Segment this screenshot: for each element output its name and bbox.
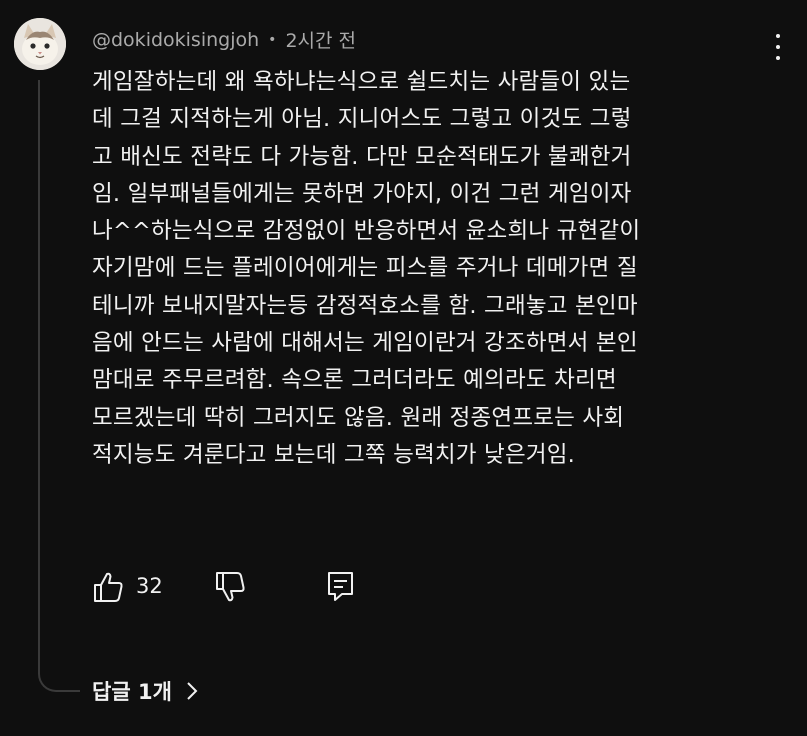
comment-line: 자기맘에 드는 플레이어에게는 피스를 주거나 데메가면 질	[92, 255, 638, 282]
comment-line: 나^^하는식으로 감정없이 반응하면서 윤소희나 규현같이	[92, 218, 641, 245]
like-count: 32	[136, 574, 163, 598]
reply-icon	[328, 572, 353, 601]
avatar[interactable]	[14, 18, 66, 70]
timestamp[interactable]: 2시간 전	[285, 26, 356, 53]
comment-line: 데 그걸 지적하는게 아님. 지니어스도 그렇고 이것도 그렇	[92, 106, 632, 133]
author-handle[interactable]: @dokidokisingjoh	[92, 29, 259, 51]
separator-dot: •	[268, 31, 277, 48]
reply-button[interactable]	[326, 570, 356, 608]
like-button[interactable]	[92, 570, 124, 608]
chevron-right-icon	[187, 682, 198, 700]
comment-line: 음에 안드는 사람에 대해서는 게임이란거 강조하면서 본인	[92, 330, 638, 357]
dislike-button[interactable]	[214, 570, 246, 608]
comment-line: 고 배신도 전략도 다 가능함. 다만 모순적태도가 불쾌한거	[92, 143, 632, 170]
reply-thread-line	[38, 80, 80, 692]
thumbs-down-icon	[216, 572, 245, 602]
thumbs-up-icon	[94, 572, 123, 602]
comment-text: 게임잘하는데 왜 욕하냐는식으로 쉴드치는 사람들이 있는 데 그걸 지적하는게…	[92, 64, 772, 474]
comment-line: 적지능도 겨룬다고 보는데 그쪽 능력치가 낮은거임.	[92, 441, 576, 468]
comment-line: 모르겠는데 딱히 그러지도 않음. 원래 정종연프로는 사회	[92, 404, 625, 431]
comment-line: 게임잘하는데 왜 욕하냐는식으로 쉴드치는 사람들이 있는	[92, 69, 631, 95]
comment-line: 임. 일부패널들에게는 못하면 가야지, 이건 그런 게임이자	[92, 180, 632, 207]
replies-label: 답글 1개	[92, 680, 172, 704]
comment-line: 맘대로 주무르려함. 속으론 그러더라도 예의라도 차리면	[92, 367, 617, 394]
more-vert-icon[interactable]	[772, 34, 784, 60]
view-replies-button[interactable]: 답글 1개	[92, 676, 198, 706]
comment-header: @dokidokisingjoh • 2시간 전	[92, 26, 356, 53]
comment-line: 테니까 보내지말자는등 감정적호소를 함. 그래놓고 본인마	[92, 292, 638, 319]
